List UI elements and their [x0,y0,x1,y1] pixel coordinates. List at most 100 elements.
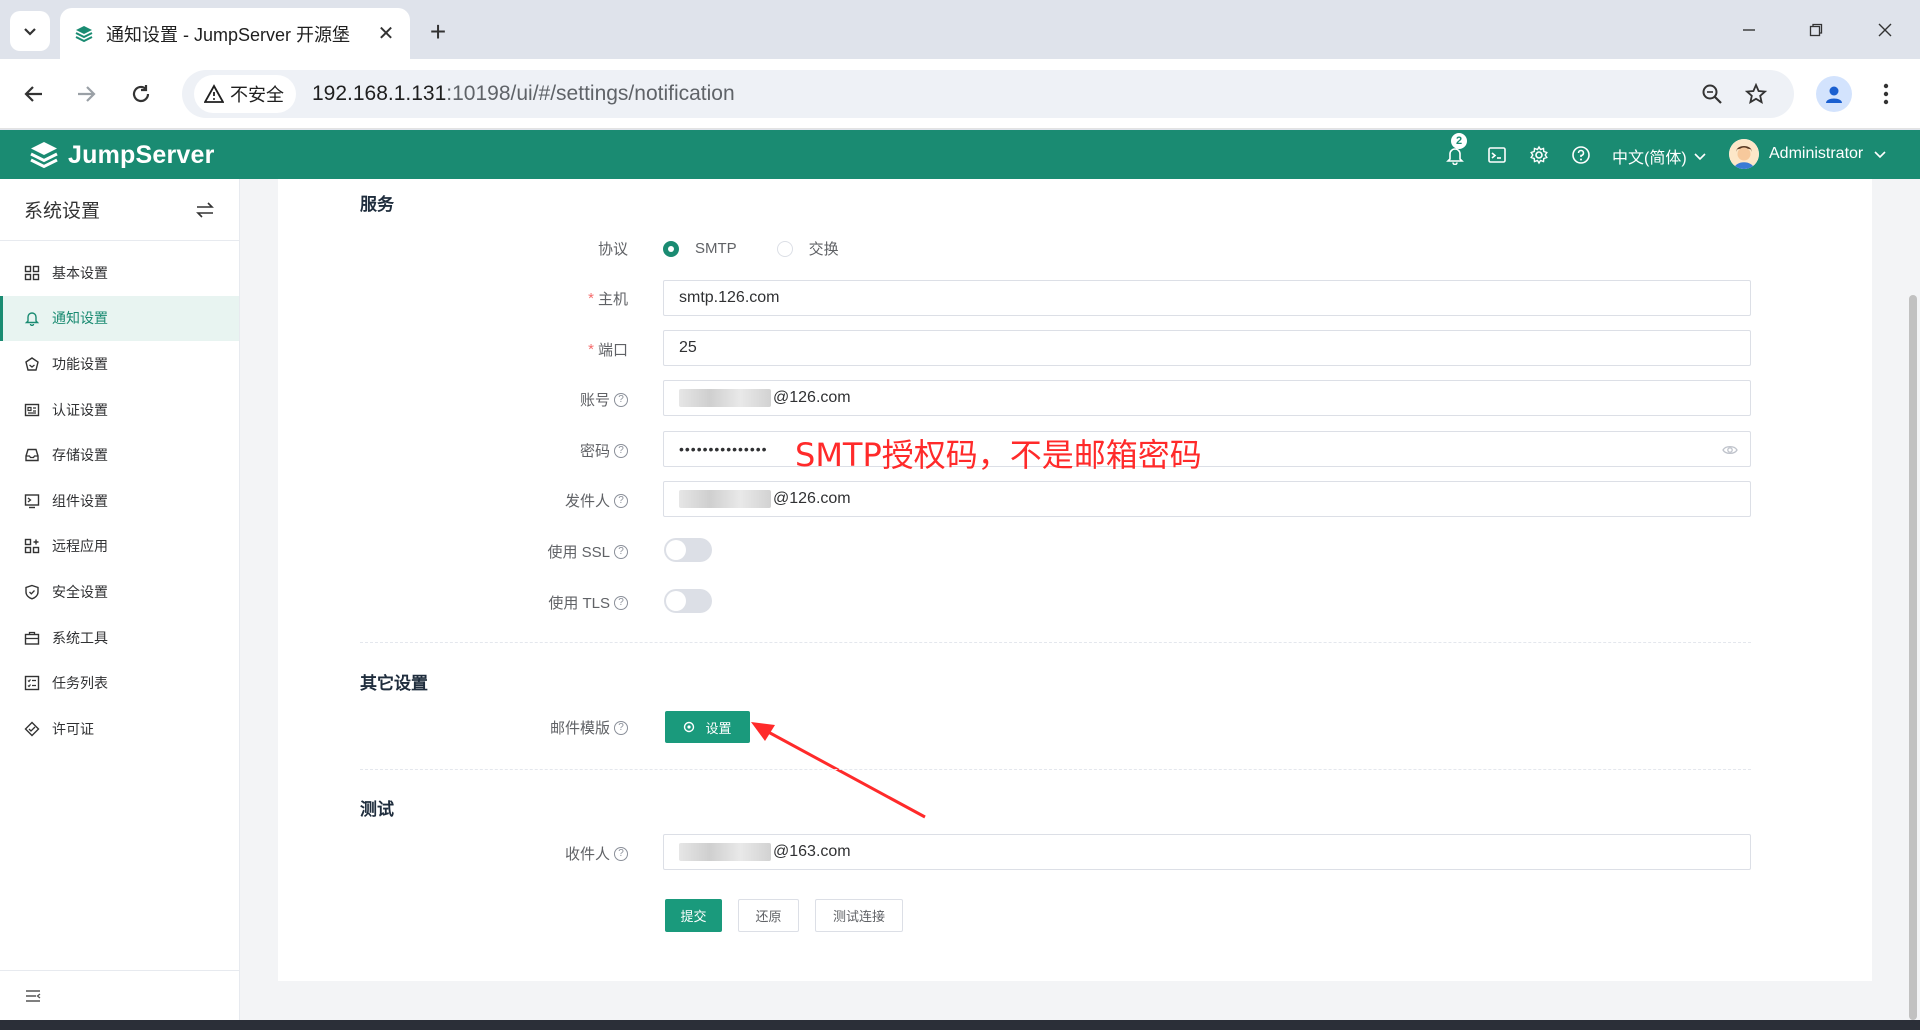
tab-close-icon[interactable]: ✕ [374,22,398,46]
sidebar-item-storage[interactable]: 存储设置 [0,432,239,478]
sidebar-item-label: 远程应用 [52,538,108,555]
template-settings-button[interactable]: 设置 [665,711,750,743]
help-question-icon[interactable]: ? [614,720,628,735]
annotation-text: SMTP授权码，不是邮箱密码 [795,436,1202,474]
sidebar-header: 系统设置 [0,179,239,241]
redacted-blur [679,389,771,407]
port-input[interactable]: 25 [663,330,1751,366]
recipient-label: 收件人? [328,843,628,864]
address-bar[interactable]: 不安全 192.168.1.131:10198/ui/#/settings/no… [182,70,1794,118]
help-question-icon[interactable]: ? [614,443,628,458]
tls-toggle[interactable] [664,589,712,613]
restore-icon [1809,23,1823,37]
scrollbar-thumb[interactable] [1909,295,1917,1020]
jumpserver-logo-icon [30,142,58,169]
help-question-icon[interactable]: ? [614,392,628,407]
radio-smtp[interactable] [663,240,679,257]
sender-value: @126.com [773,490,851,507]
close-window-button[interactable] [1860,10,1910,50]
radio-exchange[interactable] [776,240,793,257]
user-avatar [1729,139,1759,169]
bell-icon [24,312,40,327]
security-chip[interactable]: 不安全 [194,75,296,113]
new-tab-button[interactable]: + [420,14,456,50]
sidebar-item-notification[interactable]: 通知设置 [0,295,239,342]
close-icon [1878,23,1892,37]
sidebar-item-tasks[interactable]: 任务列表 [0,660,239,706]
redacted-blur [679,843,771,861]
sender-input[interactable]: @126.com [663,481,1751,517]
restore-button[interactable] [1791,10,1841,50]
reset-button-label: 还原 [755,909,782,924]
help-question-icon[interactable]: ? [614,595,628,610]
storage-icon [25,448,39,462]
help-button[interactable] [1569,143,1593,167]
ssl-toggle[interactable] [664,538,712,562]
recipient-input[interactable]: @163.com [663,834,1751,870]
sidebar-item-license[interactable]: 许可证 [0,706,239,752]
settings-button[interactable] [1527,143,1551,167]
radio-smtp-label[interactable]: SMTP [695,240,737,257]
logo-text: JumpServer [68,140,215,169]
sender-label-text: 发件人 [564,493,610,510]
protocol-label-text: 协议 [597,241,628,258]
reload-icon [132,85,150,103]
sidebar-item-tools[interactable]: 系统工具 [0,615,239,661]
test-connection-button[interactable]: 测试连接 [815,899,903,932]
app-logo[interactable]: JumpServer [28,139,215,171]
help-question-icon[interactable]: ? [614,846,628,861]
browser-tab[interactable]: 通知设置 - JumpServer 开源堡 ✕ [60,8,410,59]
account-input[interactable]: @126.com [663,380,1751,416]
minimize-button[interactable] [1724,10,1774,50]
profile-button[interactable] [1816,76,1852,112]
forward-button[interactable] [66,74,106,114]
user-menu[interactable]: Administrator [1729,139,1887,169]
url-text[interactable]: 192.168.1.131:10198/ui/#/settings/notifi… [312,82,735,106]
tls-label-text: 使用 TLS [548,595,610,612]
web-terminal-button[interactable] [1485,143,1509,167]
notification-count-badge: 2 [1451,133,1467,149]
arrow-right-icon [78,86,96,102]
back-button[interactable] [14,74,54,114]
id-card-icon [24,403,40,416]
sidebar-item-label: 通知设置 [52,310,108,327]
section-divider [360,642,1751,643]
sidebar-item-label: 认证设置 [52,401,108,418]
port-label: * 端口 [588,341,628,359]
apps-icon [24,539,40,554]
zoom-button[interactable] [1696,78,1728,110]
user-avatar-icon [1729,139,1759,169]
sidebar-item-component[interactable]: 组件设置 [0,478,239,524]
url-path: :10198/ui/#/settings/notification [446,82,735,105]
sidebar-item-feature[interactable]: 功能设置 [0,341,239,387]
sidebar-item-security[interactable]: 安全设置 [0,569,239,615]
reload-button[interactable] [121,74,161,114]
account-label-text: 账号 [579,392,610,409]
tab-title: 通知设置 - JumpServer 开源堡 [106,24,351,45]
port-value: 25 [679,339,697,356]
reset-button[interactable]: 还原 [738,899,799,932]
submit-button-label: 提交 [680,909,707,924]
sidebar-collapse-button[interactable] [0,970,240,1020]
sidebar-item-remote-apps[interactable]: 远程应用 [0,524,239,570]
annotation-arrow-icon [751,722,926,819]
chevron-down-icon [24,28,36,36]
browser-toolbar: 不安全 192.168.1.131:10198/ui/#/settings/no… [0,59,1920,129]
help-question-icon[interactable]: ? [614,544,628,559]
help-question-icon[interactable]: ? [614,493,628,508]
jumpserver-favicon-icon [75,25,93,42]
language-selector[interactable]: 中文(简体) [1612,144,1707,168]
switch-arrows-icon[interactable] [195,200,215,220]
sidebar-item-basic[interactable]: 基本设置 [0,250,239,296]
host-input[interactable]: smtp.126.com [663,280,1751,316]
chevron-down-icon [1694,153,1706,161]
browser-menu-button[interactable] [1870,76,1902,112]
url-host: 192.168.1.131 [312,82,447,105]
submit-button[interactable]: 提交 [665,899,722,932]
bookmark-button[interactable] [1740,78,1772,110]
license-icon [24,721,40,737]
tab-search-button[interactable] [10,11,50,51]
radio-exchange-label[interactable]: 交换 [809,238,839,259]
eye-icon[interactable] [1722,442,1738,458]
sidebar-item-auth[interactable]: 认证设置 [0,387,239,433]
